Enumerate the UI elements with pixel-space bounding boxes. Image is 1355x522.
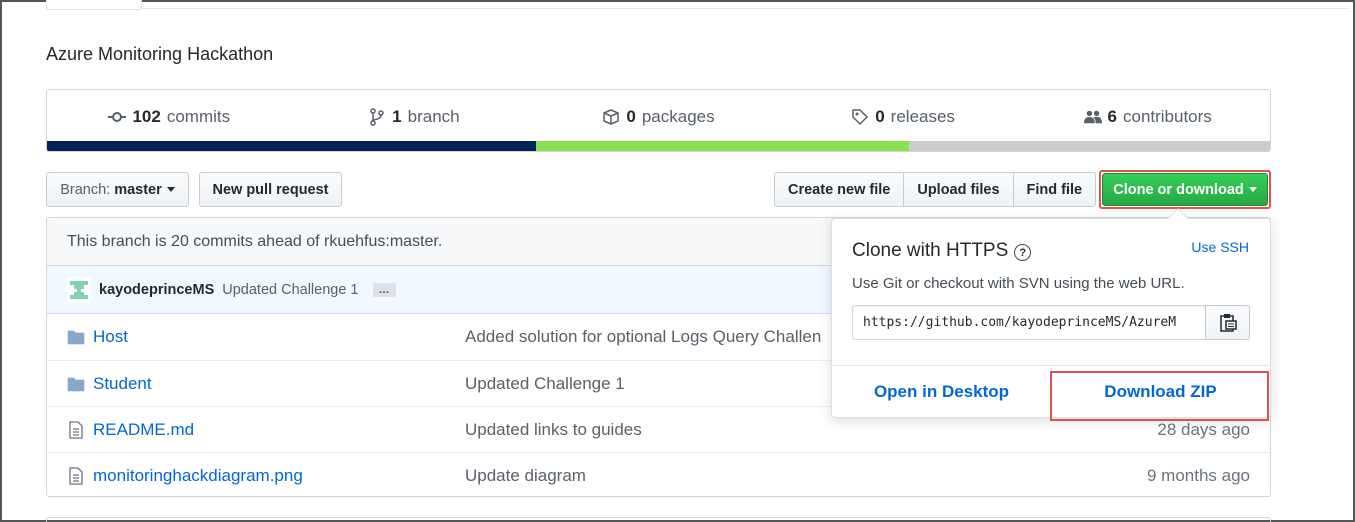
stat-branch[interactable]: 1 branch — [292, 107, 537, 127]
commit-expand-button[interactable]: … — [372, 282, 396, 297]
file-commit-message[interactable]: Updated links to guides — [465, 420, 642, 440]
stat-contributors[interactable]: 6 contributors — [1025, 107, 1270, 127]
file-commit-message[interactable]: Added solution for optional Logs Query C… — [465, 327, 821, 347]
tag-icon — [852, 108, 869, 125]
file-name-link[interactable]: Host — [93, 327, 128, 347]
stat-releases[interactable]: 0 releases — [781, 107, 1026, 127]
stat-commits-label: commits — [166, 106, 231, 126]
stat-packages-count: 0 — [626, 106, 636, 126]
file-actions-group: Create new file Upload files Find file — [774, 172, 1097, 207]
stat-branch-count: 1 — [392, 106, 402, 126]
file-commit-message[interactable]: Update diagram — [465, 466, 586, 486]
readme-box-edge — [46, 517, 1271, 522]
upload-files-button[interactable]: Upload files — [903, 172, 1014, 207]
repo-summary: 102 commits 1 branch 0 packages 0 releas… — [46, 89, 1271, 152]
branch-name: master — [114, 181, 162, 198]
open-in-desktop-button[interactable]: Open in Desktop — [832, 366, 1051, 417]
clone-description: Use Git or checkout with SVN using the w… — [852, 275, 1185, 292]
stat-commits-count: 102 — [132, 106, 161, 126]
commit-author-link[interactable]: kayodeprinceMS — [99, 282, 214, 298]
repo-nav-divider — [142, 8, 1349, 9]
language-bar[interactable] — [47, 141, 1270, 151]
branch-icon — [370, 107, 384, 126]
file-icon — [67, 467, 85, 485]
clipboard-icon — [1219, 313, 1237, 332]
copy-url-button[interactable] — [1205, 305, 1250, 340]
language-segment[interactable] — [536, 141, 910, 151]
stat-releases-label: releases — [890, 106, 955, 126]
file-row: monitoringhackdiagram.png Update diagram 9… — [47, 452, 1270, 496]
clone-title: Clone with HTTPS ? — [852, 240, 1032, 262]
avatar[interactable] — [67, 277, 91, 302]
language-segment[interactable] — [47, 141, 537, 151]
people-icon — [1083, 110, 1102, 123]
stat-branch-label: branch — [407, 106, 460, 126]
help-icon[interactable]: ? — [1014, 244, 1032, 261]
folder-icon — [67, 375, 85, 393]
clone-title-text: Clone with HTTPS — [852, 240, 1009, 261]
file-name-link[interactable]: README.md — [93, 420, 194, 440]
file-name-link[interactable]: monitoringhackdiagram.png — [93, 466, 303, 486]
stat-releases-count: 0 — [875, 106, 885, 126]
find-file-button[interactable]: Find file — [1012, 172, 1097, 207]
clone-button-highlight — [1099, 170, 1271, 209]
repo-nav-tab[interactable] — [46, 0, 142, 10]
create-new-file-button[interactable]: Create new file — [774, 172, 905, 207]
stat-contributors-count: 6 — [1107, 106, 1117, 126]
folder-icon — [67, 328, 85, 346]
file-icon — [67, 421, 85, 439]
repo-description: Azure Monitoring Hackathon — [46, 44, 274, 64]
clone-url-input[interactable] — [852, 305, 1205, 340]
stat-packages[interactable]: 0 packages — [536, 107, 781, 127]
file-age: 9 months ago — [1146, 465, 1250, 485]
commit-message-link[interactable]: Updated Challenge 1 — [222, 282, 358, 298]
stat-packages-label: packages — [641, 106, 715, 126]
file-name-link[interactable]: Student — [93, 374, 152, 394]
chevron-down-icon — [166, 187, 175, 192]
file-commit-message[interactable]: Updated Challenge 1 — [465, 374, 625, 394]
file-age: 28 days ago — [1157, 419, 1250, 439]
commits-icon — [108, 111, 127, 122]
use-ssh-link[interactable]: Use SSH — [1191, 239, 1249, 255]
new-pull-request-button[interactable]: New pull request — [199, 172, 342, 207]
package-icon — [603, 108, 620, 125]
download-zip-highlight — [1050, 371, 1269, 421]
stat-commits[interactable]: 102 commits — [47, 107, 292, 127]
branch-select-button[interactable]: Branch: master — [46, 172, 189, 207]
stat-contributors-label: contributors — [1122, 106, 1212, 126]
branch-prefix: Branch: — [60, 181, 111, 198]
language-segment[interactable] — [909, 141, 1270, 151]
